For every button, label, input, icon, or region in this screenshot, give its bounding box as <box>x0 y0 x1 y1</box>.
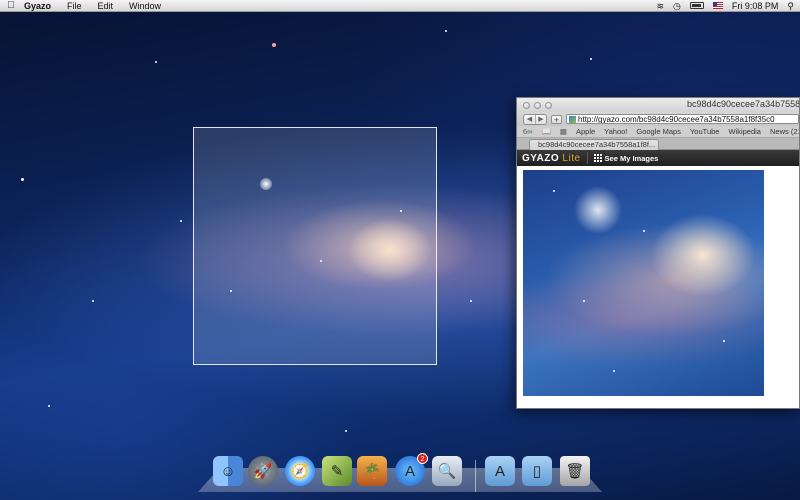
gyazo-logo-lite: Lite <box>562 152 581 164</box>
app-store-icon[interactable]: A 2 <box>395 453 428 486</box>
bookmark-wikipedia[interactable]: Wikipedia <box>728 127 761 136</box>
bookmark-youtube[interactable]: YouTube <box>690 127 719 136</box>
tab-bar: bc98d4c90cecee7a34b7558a1f8f... <box>517 138 799 150</box>
tab-current[interactable]: bc98d4c90cecee7a34b7558a1f8f... <box>529 139 659 150</box>
bookmark-apple[interactable]: Apple <box>576 127 595 136</box>
battery-icon[interactable] <box>689 2 704 9</box>
safari-icon[interactable]: 🧭 <box>285 456 315 486</box>
capture-selection-rectangle[interactable] <box>193 127 437 365</box>
menu-window[interactable]: Window <box>121 0 169 12</box>
page-content <box>517 166 799 400</box>
applications-folder-icon[interactable]: A <box>485 456 515 486</box>
finder-icon[interactable]: ☺ <box>213 456 243 486</box>
menu-edit[interactable]: Edit <box>90 0 122 12</box>
window-title: bc98d4c90cecee7a34b7558a1f8 <box>687 99 800 109</box>
documents-folder-icon[interactable]: ▯ <box>522 456 552 486</box>
gyazo-header: GYAZO Lite See My Images <box>517 150 799 166</box>
reading-list-icon[interactable]: 6∞ <box>523 127 533 136</box>
grid-icon <box>593 154 602 162</box>
title-bar[interactable]: bc98d4c90cecee7a34b7558a1f8 <box>517 98 799 112</box>
status-area: ≋ ◷ Fri 9:08 PM ⚲ <box>656 0 800 12</box>
apple-menu-icon[interactable]:  <box>0 0 22 11</box>
preview-icon[interactable]: 🔍 <box>432 456 462 486</box>
bookmark-google-maps[interactable]: Google Maps <box>636 127 681 136</box>
notes-icon[interactable]: ✎ <box>322 456 352 486</box>
nav-buttons: ◀ ▶ <box>523 113 547 125</box>
captured-screenshot-image[interactable] <box>523 170 764 396</box>
gyazo-logo[interactable]: GYAZO Lite <box>522 153 581 164</box>
favicon-icon <box>569 115 576 123</box>
menu-file[interactable]: File <box>59 0 90 12</box>
url-text[interactable]: http://gyazo.com/bc98d4c90cecee7a34b7558… <box>578 115 775 123</box>
browser-toolbar: ◀ ▶ + http://gyazo.com/bc98d4c90cecee7a3… <box>517 112 799 126</box>
bookmarks-bar: 6∞ 📖 ▦ Apple Yahoo! Google Maps YouTube … <box>517 126 799 138</box>
browser-window: bc98d4c90cecee7a34b7558a1f8 ◀ ▶ + http:/… <box>516 97 800 409</box>
forward-icon[interactable]: ▶ <box>535 114 546 124</box>
iphoto-icon[interactable]: 🌴 <box>357 456 387 486</box>
app-store-badge: 2 <box>417 453 428 464</box>
time-machine-icon[interactable]: ◷ <box>673 0 681 12</box>
window-controls <box>517 101 552 109</box>
us-flag-icon[interactable] <box>712 2 723 9</box>
clock[interactable]: Fri 9:08 PM <box>732 0 779 12</box>
see-my-images-button[interactable]: See My Images <box>593 153 659 163</box>
bookmark-yahoo[interactable]: Yahoo! <box>604 127 627 136</box>
minimize-button[interactable] <box>534 101 541 109</box>
menu-bar:  Gyazo File Edit Window ≋ ◷ Fri 9:08 PM… <box>0 0 800 12</box>
close-button[interactable] <box>523 101 530 109</box>
zoom-button[interactable] <box>545 101 552 109</box>
menu-app-name[interactable]: Gyazo <box>22 0 59 12</box>
add-bookmark-button[interactable]: + <box>551 114 562 124</box>
launchpad-icon[interactable]: 🚀 <box>248 456 278 486</box>
see-my-images-label: See My Images <box>604 153 659 163</box>
gyazo-logo-main: GYAZO <box>522 152 560 164</box>
header-divider <box>586 152 588 164</box>
back-icon[interactable]: ◀ <box>524 115 535 124</box>
trash-icon[interactable]: 🗑 <box>560 456 590 486</box>
bookmarks-book-icon[interactable]: 📖 <box>542 127 551 136</box>
dock-divider <box>475 460 476 492</box>
address-bar[interactable]: http://gyazo.com/bc98d4c90cecee7a34b7558… <box>566 114 799 124</box>
spotlight-icon[interactable]: ⚲ <box>787 0 794 12</box>
top-sites-icon[interactable]: ▦ <box>560 127 567 136</box>
wifi-icon[interactable]: ≋ <box>656 0 664 12</box>
bookmark-news[interactable]: News (214) ▾ <box>770 127 799 136</box>
